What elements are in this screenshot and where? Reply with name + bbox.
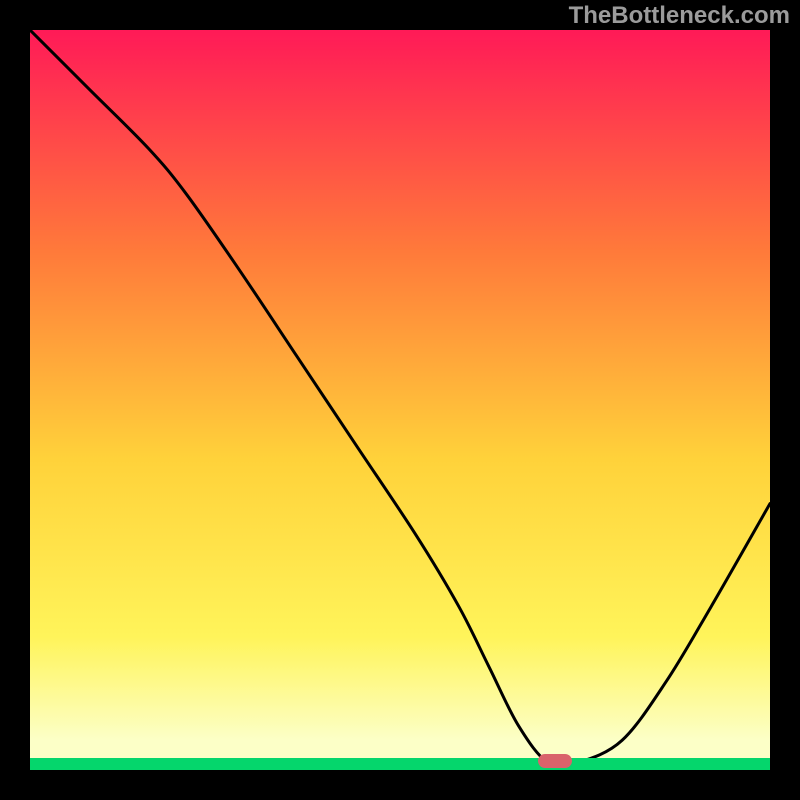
chart-frame	[30, 30, 770, 770]
chart-svg	[30, 30, 770, 770]
optimum-highlight-marker	[538, 754, 572, 768]
green-baseline-band	[30, 758, 770, 770]
watermark-text: TheBottleneck.com	[569, 2, 790, 30]
